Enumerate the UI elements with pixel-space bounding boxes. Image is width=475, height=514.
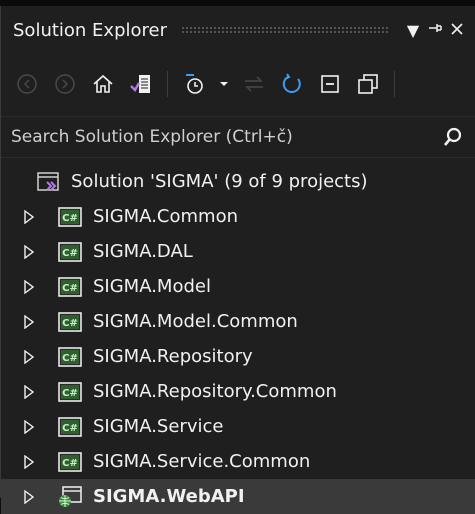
csharp-project-icon: C# bbox=[57, 346, 83, 368]
collapse-all-button[interactable] bbox=[314, 68, 346, 100]
collapse-all-icon bbox=[321, 75, 339, 93]
project-node[interactable]: C# SIGMA.Service bbox=[1, 409, 475, 444]
web-project-icon bbox=[57, 485, 83, 508]
close-icon[interactable] bbox=[446, 21, 468, 40]
svg-text:C#: C# bbox=[62, 458, 78, 469]
svg-text:C#: C# bbox=[62, 248, 78, 259]
solution-icon bbox=[37, 171, 63, 193]
forward-icon bbox=[55, 74, 75, 94]
solution-label: Solution 'SIGMA' (9 of 9 projects) bbox=[71, 171, 368, 192]
project-label: SIGMA.WebAPI bbox=[93, 486, 245, 507]
project-node[interactable]: C# SIGMA.Repository bbox=[1, 339, 475, 374]
svg-text:C#: C# bbox=[62, 213, 78, 224]
home-icon bbox=[93, 74, 113, 93]
csharp-project-icon: C# bbox=[57, 276, 83, 298]
svg-text:C#: C# bbox=[62, 283, 78, 294]
drag-grip[interactable] bbox=[181, 26, 388, 34]
project-label: SIGMA.Common bbox=[93, 206, 239, 227]
chevron-down-icon bbox=[220, 82, 228, 86]
solution-tree: Solution 'SIGMA' (9 of 9 projects) C# SIG… bbox=[1, 158, 475, 514]
csharp-project-icon: C# bbox=[57, 206, 83, 228]
search-bar bbox=[1, 116, 475, 158]
toolbar-separator bbox=[394, 71, 395, 97]
expand-arrow-icon[interactable] bbox=[23, 419, 57, 434]
switch-views-button[interactable] bbox=[125, 68, 157, 100]
project-node[interactable]: C# SIGMA.Model.Common bbox=[1, 304, 475, 339]
window-position-dropdown-icon[interactable]: ▼ bbox=[402, 21, 424, 40]
back-icon bbox=[17, 74, 37, 94]
project-node[interactable]: C# SIGMA.Service.Common bbox=[1, 444, 475, 479]
csharp-project-icon: C# bbox=[57, 416, 83, 438]
csharp-project-icon: C# bbox=[57, 241, 83, 263]
csharp-project-icon: C# bbox=[57, 311, 83, 333]
expand-arrow-icon[interactable] bbox=[23, 384, 57, 399]
project-node[interactable]: C# SIGMA.DAL bbox=[1, 234, 475, 269]
svg-text:C#: C# bbox=[62, 388, 78, 399]
sync-arrows-icon bbox=[245, 76, 263, 92]
project-label: SIGMA.Repository bbox=[93, 346, 253, 367]
refresh-icon bbox=[282, 73, 301, 94]
back-button[interactable] bbox=[11, 68, 43, 100]
project-node[interactable]: C# SIGMA.Repository.Common bbox=[1, 374, 475, 409]
solution-explorer-panel: Solution Explorer ▼ Search Solution Expl… bbox=[0, 6, 475, 514]
toolbar-separator bbox=[167, 71, 168, 97]
expand-arrow-icon[interactable] bbox=[23, 279, 57, 294]
svg-text:C#: C# bbox=[62, 318, 78, 329]
pending-changes-filter-button[interactable] bbox=[178, 68, 210, 100]
csharp-project-icon: C# bbox=[57, 381, 83, 403]
project-label: SIGMA.Service.Common bbox=[93, 451, 311, 472]
csharp-project-icon: C# bbox=[57, 451, 83, 473]
solution-node[interactable]: Solution 'SIGMA' (9 of 9 projects) bbox=[1, 164, 475, 199]
project-label: SIGMA.Model bbox=[93, 276, 211, 297]
expand-arrow-icon[interactable] bbox=[23, 209, 57, 224]
toolbar bbox=[1, 54, 475, 114]
svg-text:C#: C# bbox=[62, 353, 78, 364]
pin-icon[interactable] bbox=[424, 20, 446, 40]
expand-arrow-icon[interactable] bbox=[23, 244, 57, 259]
project-label: SIGMA.Service bbox=[93, 416, 224, 437]
show-all-files-icon bbox=[358, 74, 378, 94]
forward-button[interactable] bbox=[49, 68, 81, 100]
project-node[interactable]: C# SIGMA.Model bbox=[1, 269, 475, 304]
expand-arrow-icon[interactable] bbox=[23, 489, 57, 504]
title-bar: Solution Explorer ▼ bbox=[1, 6, 475, 54]
project-node[interactable]: SIGMA.WebAPI bbox=[1, 479, 475, 514]
pending-changes-icon bbox=[186, 74, 203, 94]
pending-changes-dropdown-button[interactable] bbox=[216, 68, 232, 100]
show-all-files-button[interactable] bbox=[352, 68, 384, 100]
search-input[interactable] bbox=[9, 126, 440, 148]
project-node[interactable]: C# SIGMA.Common bbox=[1, 199, 475, 234]
project-label: SIGMA.DAL bbox=[93, 241, 193, 262]
home-button[interactable] bbox=[87, 68, 119, 100]
panel-title: Solution Explorer bbox=[13, 19, 167, 41]
expand-arrow-icon[interactable] bbox=[23, 349, 57, 364]
project-label: SIGMA.Model.Common bbox=[93, 311, 298, 332]
expand-arrow-icon[interactable] bbox=[23, 454, 57, 469]
svg-text:C#: C# bbox=[62, 423, 78, 434]
sync-with-active-document-button[interactable] bbox=[238, 68, 270, 100]
search-icon[interactable] bbox=[440, 124, 466, 150]
switch-views-icon bbox=[130, 75, 150, 93]
expand-arrow-icon[interactable] bbox=[23, 314, 57, 329]
refresh-button[interactable] bbox=[276, 68, 308, 100]
project-label: SIGMA.Repository.Common bbox=[93, 381, 337, 402]
